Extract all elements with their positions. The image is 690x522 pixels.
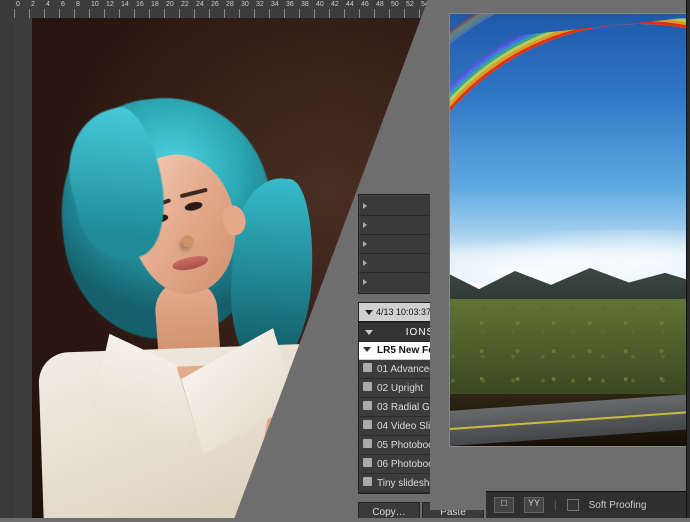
ruler-tick: 6 <box>59 9 74 18</box>
ruler-tick: 36 <box>284 9 299 18</box>
disclosure-down-icon <box>363 347 371 352</box>
disclosure-right-icon <box>363 222 367 228</box>
ruler-tick: 28 <box>224 9 239 18</box>
ruler-tick: 42 <box>329 9 344 18</box>
ruler-tick: 10 <box>89 9 104 18</box>
collection-icon <box>363 439 372 448</box>
disclosure-right-icon <box>363 203 367 209</box>
ruler-tick: 52 <box>404 9 419 18</box>
ruler-tick: 32 <box>254 9 269 18</box>
lr-loupe-stage <box>430 0 690 510</box>
lr-right-panel-edge[interactable] <box>686 0 690 518</box>
disclosure-right-icon <box>363 279 367 285</box>
ruler-tick: 12 <box>104 9 119 18</box>
ruler-tick: 40 <box>314 9 329 18</box>
compare-view-button[interactable]: YY <box>524 497 544 513</box>
ruler-tick: 0 <box>14 9 29 18</box>
ruler-tick: 14 <box>119 9 134 18</box>
collection-label: 02 Upright <box>377 383 423 394</box>
ruler-tick: 26 <box>209 9 224 18</box>
copy-settings-button[interactable]: Copy… <box>358 502 420 522</box>
compare-icon: YY <box>528 500 540 510</box>
ruler-tick: 50 <box>389 9 404 18</box>
ruler-tick: 18 <box>149 9 164 18</box>
lr-bottom-toolbar: □ YY | Soft Proofing <box>486 491 690 518</box>
collection-icon <box>363 420 372 429</box>
ruler-tick: 24 <box>194 9 209 18</box>
ruler-tick: 30 <box>239 9 254 18</box>
disclosure-down-icon <box>365 330 373 335</box>
ruler-left[interactable] <box>14 18 33 518</box>
landscape-photo[interactable] <box>450 14 690 446</box>
square-icon: □ <box>501 500 507 510</box>
ruler-tick: 2 <box>29 9 44 18</box>
disclosure-down-icon <box>365 310 373 315</box>
ps-tools-strip[interactable] <box>0 0 15 518</box>
ruler-tick: 8 <box>74 9 89 18</box>
ruler-tick: 46 <box>359 9 374 18</box>
ruler-tick: 38 <box>299 9 314 18</box>
collection-icon <box>363 401 372 410</box>
ruler-tick: 34 <box>269 9 284 18</box>
soft-proof-checkbox[interactable] <box>567 499 579 511</box>
collection-icon <box>363 477 372 486</box>
ruler-tick: 4 <box>44 9 59 18</box>
soft-proof-label: Soft Proofing <box>589 500 647 511</box>
collection-icon <box>363 363 372 372</box>
loupe-view-button[interactable]: □ <box>494 497 514 513</box>
disclosure-right-icon <box>363 260 367 266</box>
collection-icon <box>363 458 372 467</box>
ruler-tick: 16 <box>134 9 149 18</box>
ruler-tick: 48 <box>374 9 389 18</box>
collection-icon <box>363 382 372 391</box>
ruler-tick: 22 <box>179 9 194 18</box>
ruler-tick: 44 <box>344 9 359 18</box>
disclosure-right-icon <box>363 241 367 247</box>
ruler-tick: 20 <box>164 9 179 18</box>
